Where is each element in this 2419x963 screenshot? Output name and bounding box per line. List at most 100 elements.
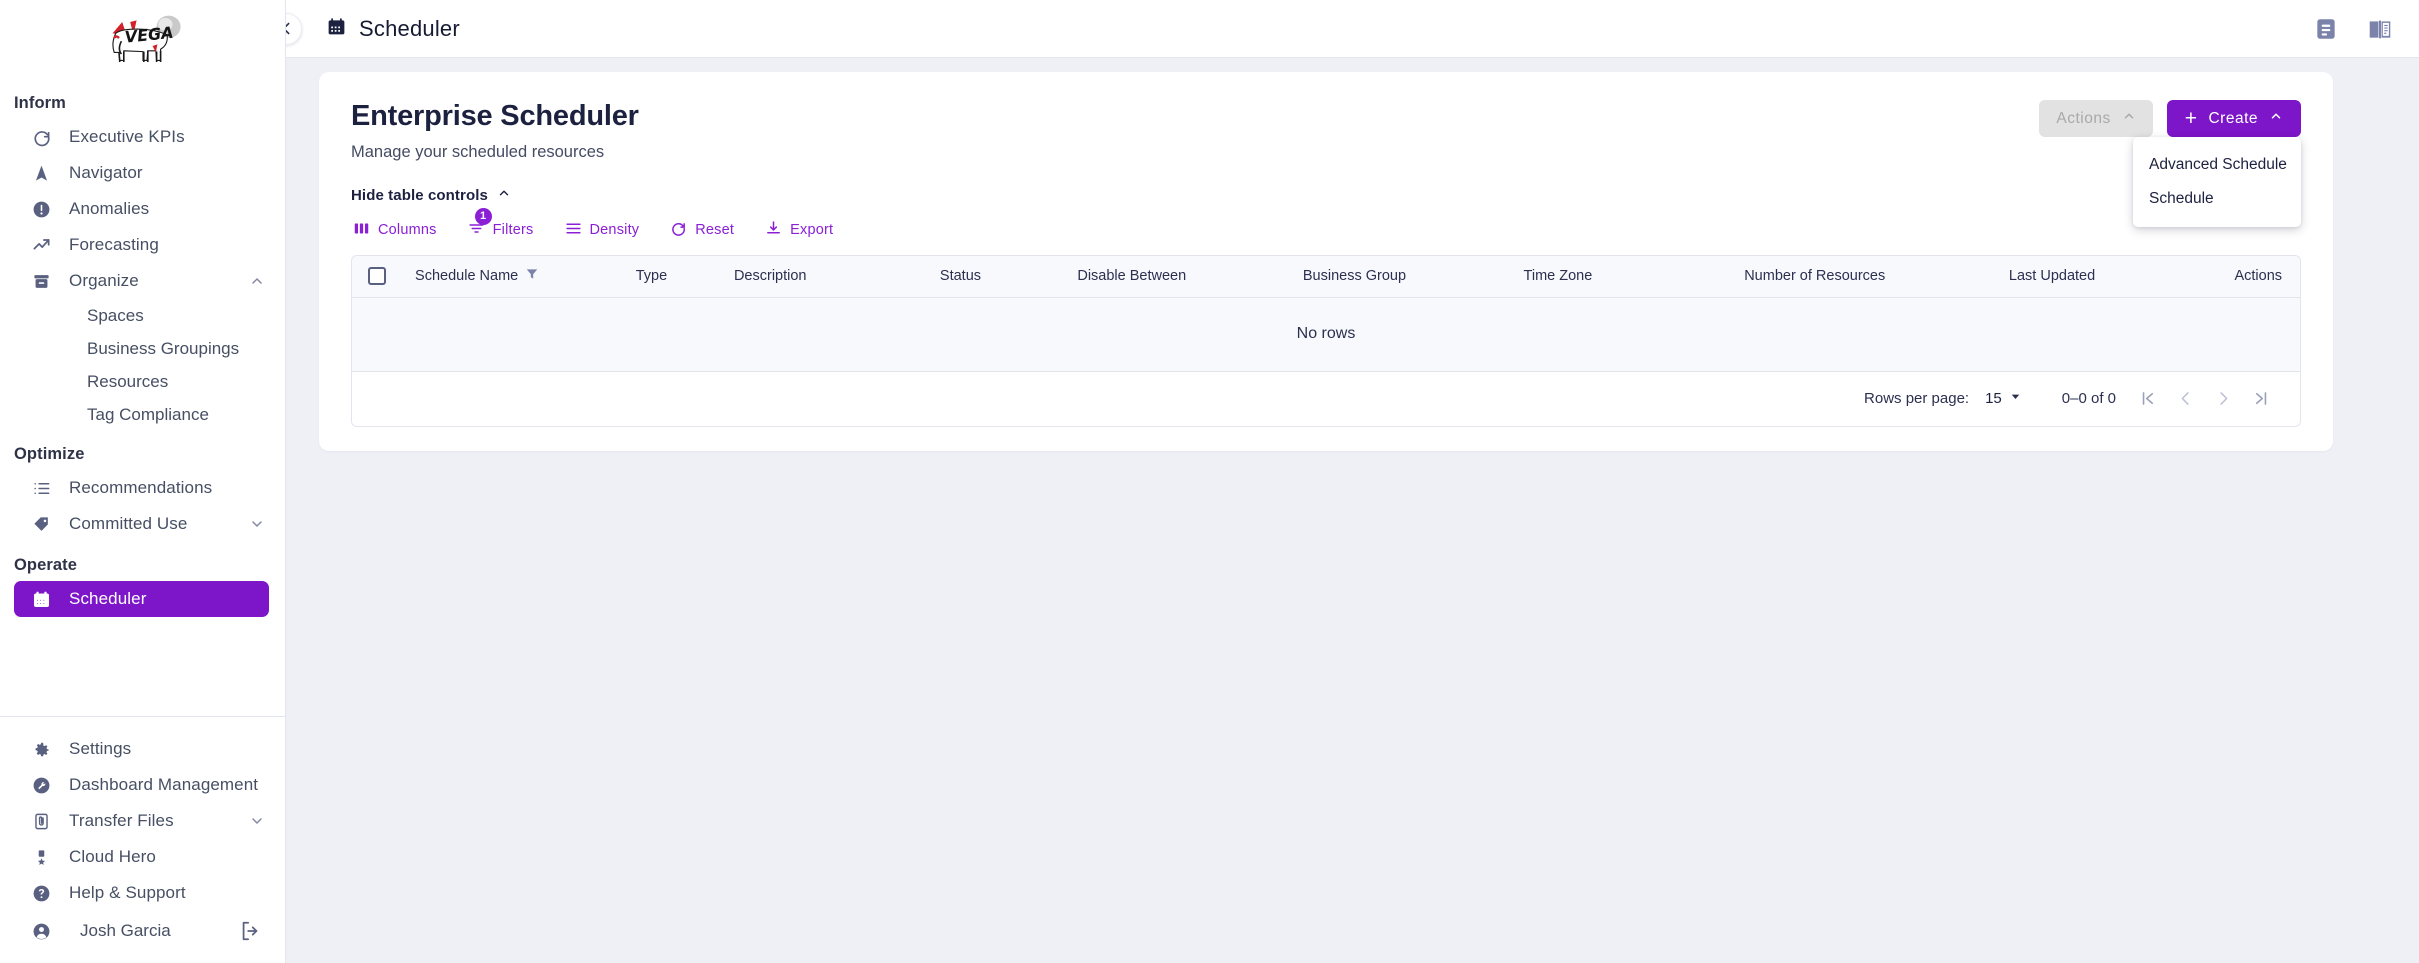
- chevron-down-icon: [2009, 390, 2022, 407]
- sidebar-item-business-groupings[interactable]: Business Groupings: [14, 332, 269, 365]
- rows-per-page-label: Rows per page:: [1864, 390, 1970, 407]
- page-prev-icon[interactable]: [2168, 382, 2202, 416]
- calendar-icon: [32, 589, 58, 609]
- page-background: Enterprise Scheduler Manage your schedul…: [286, 58, 2419, 963]
- vega-cow-logo-icon: VEGA: [111, 15, 181, 63]
- sidebar-item-cloud-hero[interactable]: Cloud Hero: [14, 839, 269, 875]
- page-card: Enterprise Scheduler Manage your schedul…: [319, 72, 2333, 451]
- breadcrumb: Scheduler: [326, 16, 460, 42]
- page-header-actions: Actions + Create Advanced Schedule Sched…: [2039, 100, 2301, 227]
- column-header-disable-between[interactable]: Disable Between: [1069, 268, 1295, 284]
- sidebar-item-dashboard-management[interactable]: Dashboard Management: [14, 767, 269, 803]
- grid-pagination: Rows per page: 15 0–0 of 0: [352, 371, 2300, 426]
- column-label: Disable Between: [1077, 268, 1187, 284]
- sidebar-item-help-support[interactable]: Help & Support: [14, 875, 269, 911]
- logout-icon[interactable]: [239, 920, 261, 942]
- sidebar-item-tag-compliance[interactable]: Tag Compliance: [14, 398, 269, 431]
- sidebar-item-label: Settings: [69, 739, 132, 758]
- sidebar-item-spaces[interactable]: Spaces: [14, 299, 269, 332]
- page-last-icon[interactable]: [2244, 382, 2278, 416]
- column-header-business-group[interactable]: Business Group: [1295, 268, 1516, 284]
- nav-section-operate-label: Operate: [14, 556, 78, 574]
- sidebar-item-label: Anomalies: [69, 199, 150, 218]
- page-next-icon[interactable]: [2206, 382, 2240, 416]
- sidebar-item-label: Transfer Files: [69, 811, 174, 830]
- list-icon: [32, 478, 58, 498]
- actions-button-label: Actions: [2056, 109, 2111, 127]
- sidebar-item-label: Executive KPIs: [69, 127, 185, 146]
- topbar-actions: [2313, 16, 2393, 42]
- sidebar-item-label: Navigator: [69, 163, 143, 182]
- sidebar-item-label: Committed Use: [69, 514, 188, 533]
- user-name: Josh Garcia: [80, 921, 171, 940]
- create-menu-item-advanced-schedule[interactable]: Advanced Schedule: [2133, 148, 2301, 182]
- user-profile-row[interactable]: Josh Garcia: [14, 911, 269, 951]
- page-first-icon[interactable]: [2130, 382, 2164, 416]
- sidebar-item-navigator[interactable]: Navigator: [14, 155, 269, 191]
- sidebar-item-committed-use[interactable]: Committed Use: [14, 506, 269, 542]
- filter-active-icon: [525, 267, 539, 285]
- column-label: Status: [939, 268, 982, 284]
- tag-icon: [32, 514, 58, 534]
- plus-icon: +: [2184, 107, 2198, 130]
- sidebar-item-anomalies[interactable]: Anomalies: [14, 191, 269, 227]
- chevron-down-icon[interactable]: [249, 516, 265, 532]
- column-header-time-zone[interactable]: Time Zone: [1516, 268, 1737, 284]
- chevron-down-icon[interactable]: [249, 813, 265, 829]
- page-header: Enterprise Scheduler Manage your schedul…: [351, 100, 2301, 227]
- sidebar-item-recommendations[interactable]: Recommendations: [14, 470, 269, 506]
- sidebar-subitem-label: Tag Compliance: [87, 404, 209, 424]
- sidebar-item-organize[interactable]: Organize: [14, 263, 269, 299]
- column-header-schedule-name[interactable]: Schedule Name: [407, 267, 628, 285]
- create-button[interactable]: + Create: [2166, 100, 2301, 137]
- sidebar-footer: Settings Dashboard Management Transfer F…: [0, 716, 285, 963]
- medal-icon: [32, 847, 58, 867]
- archive-icon: [32, 271, 58, 291]
- density-button[interactable]: Density: [563, 217, 642, 244]
- column-label: Actions: [2234, 268, 2283, 284]
- page-title-breadcrumb: Scheduler: [359, 15, 460, 41]
- brand-logo[interactable]: VEGA: [0, 0, 285, 72]
- sidebar: VEGA Inform Executive KPIs Navigator Ano…: [0, 0, 286, 963]
- gauge-icon: [32, 127, 58, 147]
- column-header-number-of-resources[interactable]: Number of Resources: [1736, 268, 2001, 284]
- reset-button[interactable]: Reset: [668, 217, 736, 244]
- filters-button[interactable]: 1 Filters: [466, 207, 536, 244]
- grid-empty-state: No rows: [352, 297, 2300, 372]
- reset-button-label: Reset: [695, 222, 735, 238]
- filters-button-label: Filters: [492, 222, 534, 238]
- sidebar-item-forecasting[interactable]: Forecasting: [14, 227, 269, 263]
- hide-table-controls-label: Hide table controls: [351, 186, 488, 204]
- column-header-description[interactable]: Description: [726, 268, 932, 284]
- pagination-range-text: 0–0 of 0: [2061, 390, 2116, 407]
- column-header-status[interactable]: Status: [932, 268, 1069, 284]
- create-menu-item-schedule[interactable]: Schedule: [2133, 182, 2301, 216]
- chevron-up-icon: [497, 186, 511, 204]
- columns-icon: [353, 220, 370, 241]
- export-icon: [765, 220, 782, 241]
- sidebar-item-resources[interactable]: Resources: [14, 365, 269, 398]
- no-rows-text: No rows: [1296, 325, 1356, 342]
- sidebar-item-label: Forecasting: [69, 235, 159, 254]
- sidebar-item-executive-kpis[interactable]: Executive KPIs: [14, 119, 269, 155]
- topbar: Scheduler: [270, 0, 2419, 58]
- select-all-checkbox[interactable]: [367, 267, 386, 285]
- hide-table-controls-toggle[interactable]: Hide table controls: [351, 186, 511, 204]
- sidebar-subitem-label: Spaces: [87, 305, 144, 325]
- grid-header-row: Schedule Name Type Description Status Di…: [352, 255, 2300, 298]
- sidebar-item-transfer-files[interactable]: Transfer Files: [14, 803, 269, 839]
- select-all-cell[interactable]: [352, 267, 407, 285]
- column-header-last-updated[interactable]: Last Updated: [2001, 268, 2227, 284]
- actions-button[interactable]: Actions: [2039, 100, 2153, 137]
- rows-per-page-select[interactable]: 15: [1985, 390, 2022, 407]
- column-label: Type: [635, 268, 668, 284]
- column-header-actions[interactable]: Actions: [2226, 268, 2300, 284]
- export-button[interactable]: Export: [763, 217, 835, 244]
- notes-icon[interactable]: [2313, 16, 2339, 42]
- column-header-type[interactable]: Type: [628, 268, 726, 284]
- columns-button[interactable]: Columns: [351, 217, 439, 244]
- manual-book-icon[interactable]: [2367, 16, 2393, 42]
- sidebar-item-settings[interactable]: Settings: [14, 731, 269, 767]
- sidebar-item-scheduler[interactable]: Scheduler: [14, 581, 269, 617]
- chevron-up-icon[interactable]: [249, 273, 265, 289]
